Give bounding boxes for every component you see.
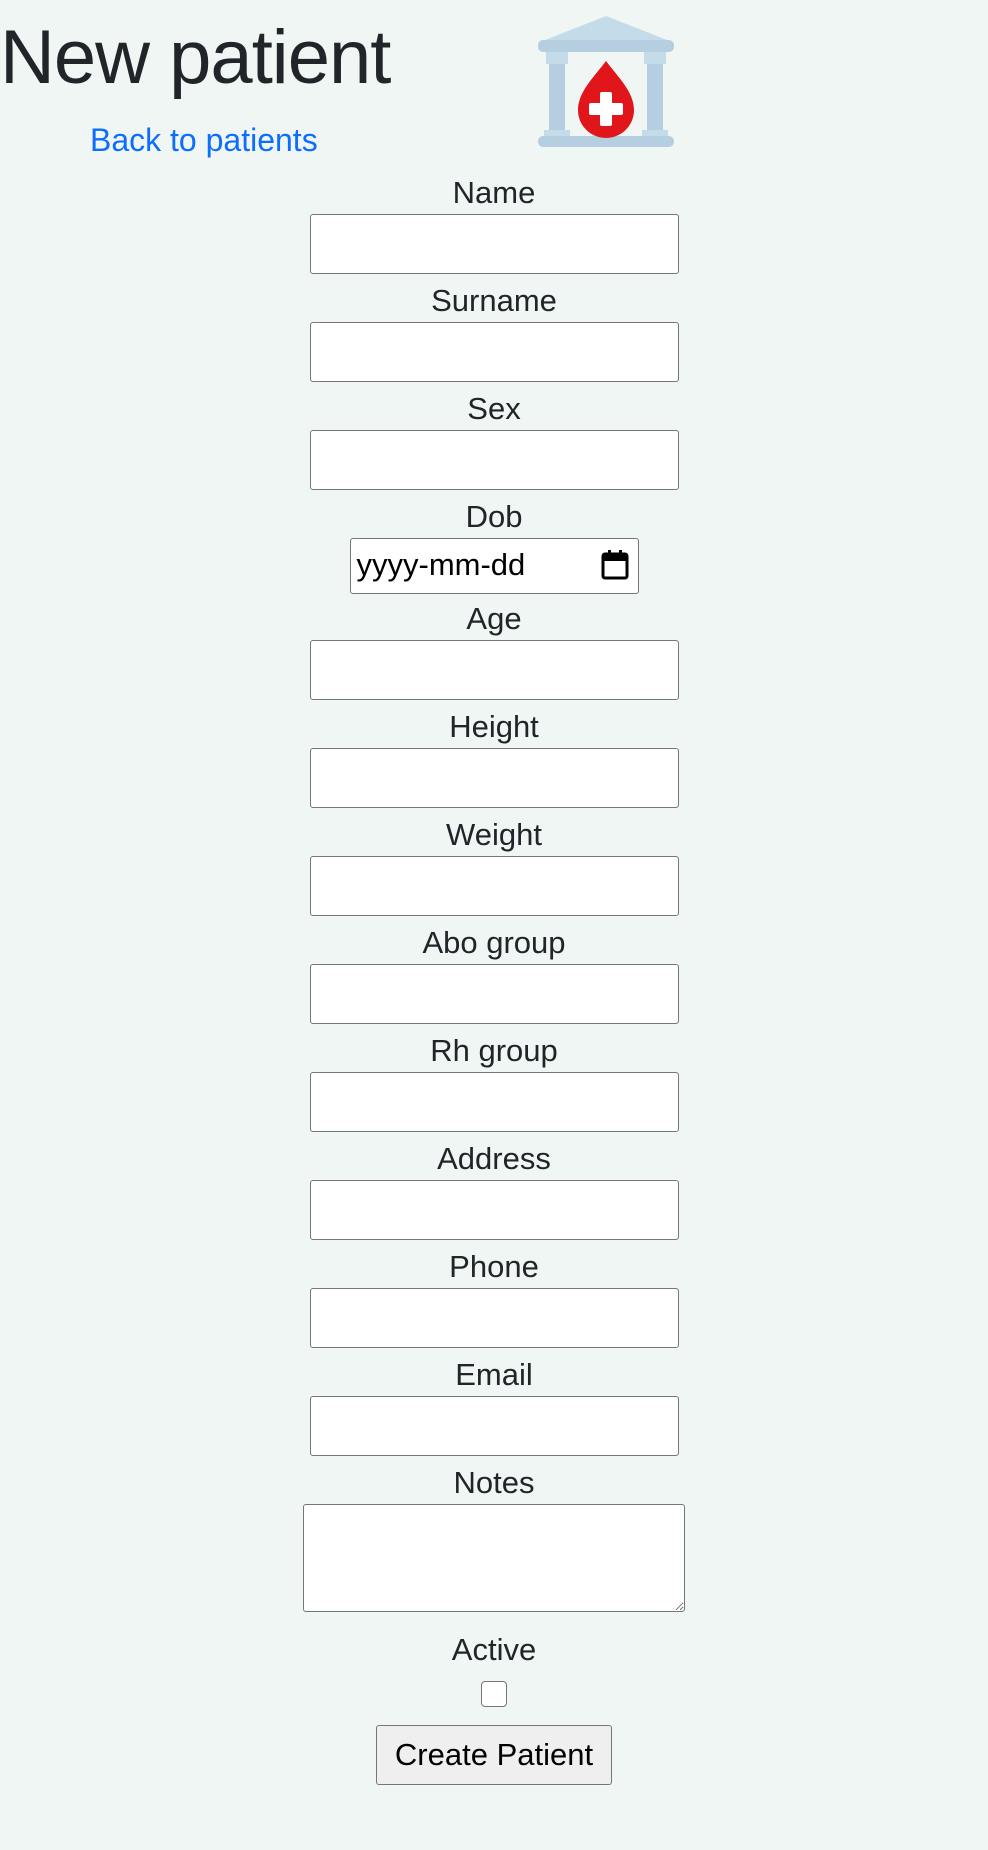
field-surname: Surname — [0, 280, 988, 388]
dob-date-input[interactable]: yyyy-mm-dd — [349, 538, 639, 594]
field-name: Name — [0, 172, 988, 280]
field-rh-group: Rh group — [0, 1030, 988, 1138]
abo-group-input[interactable] — [309, 964, 679, 1024]
dob-placeholder: yyyy-mm-dd — [356, 547, 526, 582]
create-patient-button[interactable]: Create Patient — [376, 1725, 612, 1785]
page-title: New patient — [0, 15, 391, 100]
blood-bank-icon — [538, 16, 674, 147]
height-label: Height — [449, 709, 539, 744]
dob-label: Dob — [465, 499, 523, 534]
field-age: Age — [0, 598, 988, 706]
back-to-patients-link[interactable]: Back to patients — [90, 122, 318, 159]
height-input[interactable] — [309, 748, 679, 808]
surname-input[interactable] — [309, 322, 679, 382]
new-patient-page: New patient Back to patients Name Surnam… — [0, 0, 988, 1850]
active-label: Active — [451, 1632, 537, 1667]
field-weight: Weight — [0, 814, 988, 922]
field-email: Email — [0, 1354, 988, 1462]
email-input[interactable] — [309, 1396, 679, 1456]
field-notes: Notes — [0, 1462, 988, 1629]
name-label: Name — [452, 175, 536, 210]
phone-input[interactable] — [309, 1288, 679, 1348]
rh-group-input[interactable] — [309, 1072, 679, 1132]
field-address: Address — [0, 1138, 988, 1246]
field-sex: Sex — [0, 388, 988, 496]
field-height: Height — [0, 706, 988, 814]
email-label: Email — [455, 1357, 533, 1392]
notes-textarea[interactable] — [303, 1504, 685, 1612]
rh-group-label: Rh group — [430, 1033, 558, 1068]
sex-label: Sex — [467, 391, 521, 426]
submit-row: Create Patient — [0, 1725, 988, 1785]
surname-label: Surname — [431, 283, 557, 318]
address-label: Address — [437, 1141, 551, 1176]
field-dob: Dob yyyy-mm-dd — [0, 496, 988, 598]
calendar-icon[interactable] — [600, 549, 630, 581]
field-phone: Phone — [0, 1246, 988, 1354]
sex-input[interactable] — [309, 430, 679, 490]
patient-form: Name Surname Sex Dob yyyy-mm-dd Age Heig… — [0, 172, 988, 1785]
weight-input[interactable] — [309, 856, 679, 916]
abo-group-label: Abo group — [422, 925, 566, 960]
field-abo-group: Abo group — [0, 922, 988, 1030]
address-input[interactable] — [309, 1180, 679, 1240]
phone-label: Phone — [449, 1249, 539, 1284]
name-input[interactable] — [309, 214, 679, 274]
active-checkbox[interactable] — [481, 1681, 507, 1707]
age-input[interactable] — [309, 640, 679, 700]
notes-label: Notes — [453, 1465, 535, 1500]
age-label: Age — [466, 601, 522, 636]
field-active: Active — [0, 1629, 988, 1719]
weight-label: Weight — [446, 817, 542, 852]
